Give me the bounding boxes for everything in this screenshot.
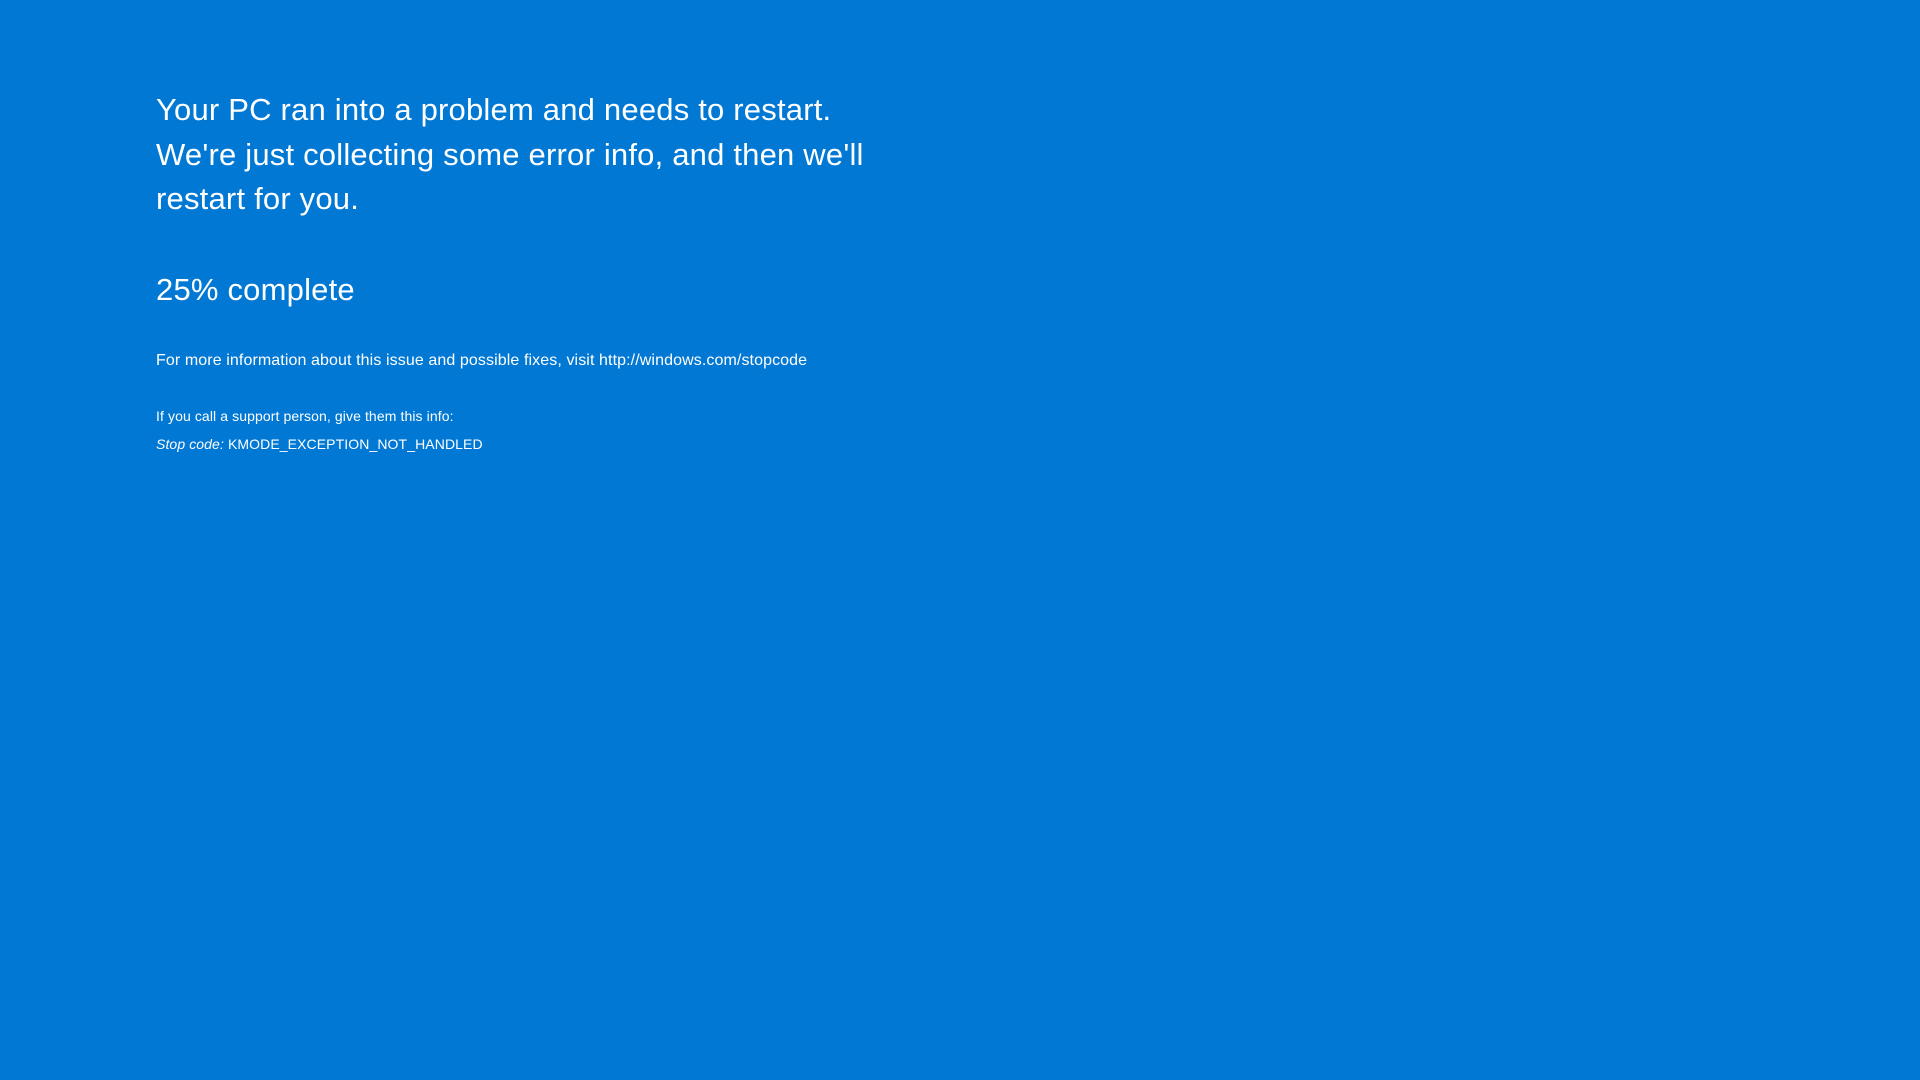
bsod-container: Your PC ran into a problem and needs to … [156, 88, 896, 452]
more-info-text: For more information about this issue an… [156, 352, 896, 370]
stop-code-label: Stop code: [156, 436, 224, 452]
progress-text: 25% complete [156, 272, 896, 308]
stop-code-value: KMODE_EXCEPTION_NOT_HANDLED [228, 436, 483, 452]
support-intro-text: If you call a support person, give them … [156, 408, 896, 424]
main-error-message: Your PC ran into a problem and needs to … [156, 88, 896, 222]
stop-code-line: Stop code: KMODE_EXCEPTION_NOT_HANDLED [156, 436, 896, 452]
